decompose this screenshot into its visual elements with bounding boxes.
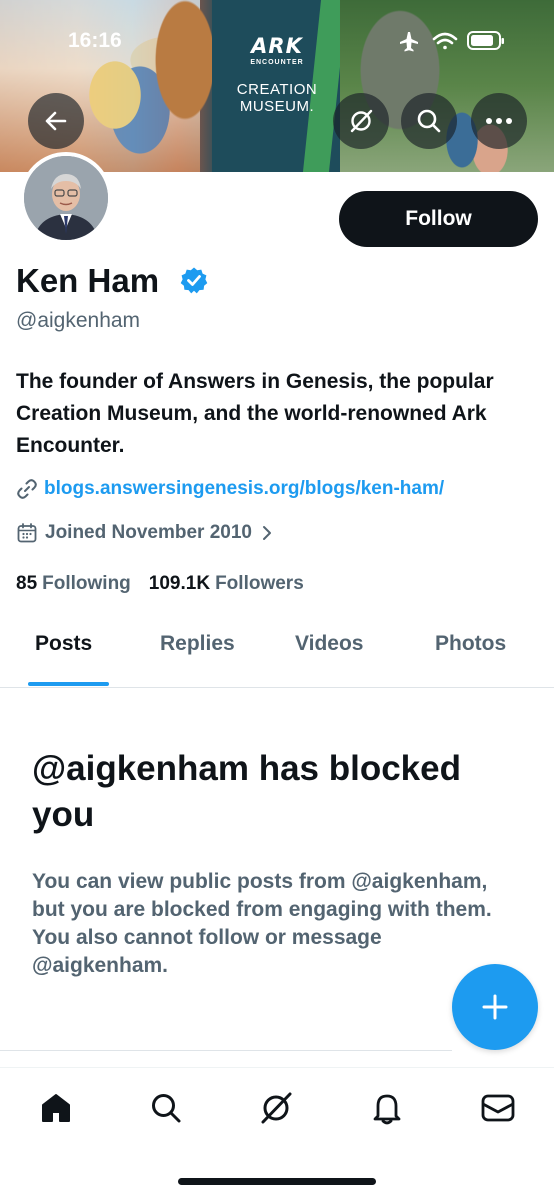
nav-notifications[interactable] <box>367 1088 407 1128</box>
search-icon <box>417 109 441 133</box>
followers-label: Followers <box>215 573 304 594</box>
nav-messages[interactable] <box>478 1088 518 1128</box>
followers-count: 109.1K <box>148 573 211 594</box>
profile-avatar[interactable] <box>20 152 112 244</box>
plus-icon <box>482 994 508 1020</box>
following-label: Following <box>42 573 131 594</box>
following-count: 85 <box>16 573 38 594</box>
content-divider <box>0 1050 452 1051</box>
tab-posts[interactable]: Posts <box>35 632 92 656</box>
profile-bio: The founder of Answers in Genesis, the p… <box>16 370 494 457</box>
profile-banner[interactable]: ARK ENCOUNTER CREATION MUSEUM. <box>0 0 554 172</box>
notifications-icon <box>373 1094 401 1125</box>
status-icons <box>398 28 508 54</box>
logo-line1: CREATION <box>236 81 318 98</box>
tab-videos[interactable]: Videos <box>295 632 363 656</box>
link-icon <box>17 479 37 499</box>
follow-button[interactable]: Follow <box>339 191 538 247</box>
home-icon <box>42 1094 70 1122</box>
ark-encounter-logo: ARK ENCOUNTER CREATION MUSEUM. <box>212 34 342 115</box>
following-link[interactable]: 85 Following <box>16 573 131 595</box>
joined-date: Joined November 2010 <box>45 522 252 543</box>
joined-row[interactable]: Joined November 2010 <box>16 522 274 544</box>
verified-badge-icon[interactable] <box>180 266 208 294</box>
logo-sub-text: ENCOUNTER <box>250 59 304 66</box>
profile-link-row[interactable]: blogs.answersingenesis.org/blogs/ken-ham… <box>16 478 444 500</box>
blocked-description: You can view public posts from @aigkenha… <box>32 870 492 977</box>
tab-photos[interactable]: Photos <box>435 632 506 656</box>
compose-button[interactable] <box>452 964 538 1050</box>
more-button[interactable] <box>471 93 527 149</box>
more-icon <box>486 118 512 124</box>
arrow-left-icon <box>45 111 67 131</box>
blocked-title: @aigkenham has blocked you <box>32 749 461 834</box>
followers-link[interactable]: 109.1K Followers <box>149 573 304 595</box>
creation-museum-text: CREATION MUSEUM. <box>212 81 342 115</box>
search-button[interactable] <box>401 93 457 149</box>
airplane-icon <box>400 32 418 52</box>
logo-line2: MUSEUM. <box>239 98 315 115</box>
battery-icon <box>467 31 504 50</box>
tab-replies[interactable]: Replies <box>160 632 235 656</box>
profile-tabs: Posts Replies Videos Photos <box>0 610 554 688</box>
nav-home[interactable] <box>36 1088 76 1128</box>
status-time: 16:16 <box>68 29 122 52</box>
home-indicator <box>178 1178 376 1185</box>
chevron-right-icon <box>262 526 271 540</box>
grok-icon <box>350 109 373 133</box>
active-tab-indicator <box>28 682 109 686</box>
back-button[interactable] <box>28 93 84 149</box>
profile-name: Ken Ham <box>16 262 160 299</box>
profile-link[interactable]: blogs.answersingenesis.org/blogs/ken-ham… <box>44 478 444 500</box>
search-icon <box>152 1094 181 1123</box>
profile-handle: @aigkenham <box>16 309 141 332</box>
wifi-icon <box>432 32 458 50</box>
logo-main-text: ARK <box>251 34 303 58</box>
grok-icon <box>261 1092 292 1124</box>
messages-icon <box>481 1094 515 1122</box>
follow-counts: 85 Following 109.1K Followers <box>16 573 304 595</box>
nav-grok[interactable] <box>256 1088 296 1128</box>
calendar-icon <box>17 523 37 543</box>
banner-dinosaur-left <box>150 0 220 172</box>
grok-button[interactable] <box>333 93 389 149</box>
nav-search[interactable] <box>146 1088 186 1128</box>
